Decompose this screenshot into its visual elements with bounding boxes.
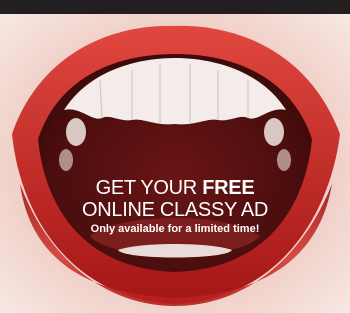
headline-subline: Only available for a limited time! <box>90 223 260 235</box>
headline-free: FREE <box>202 177 255 199</box>
ad-copy: GET YOUR FREE ONLINE CLASSY AD Only avai… <box>0 177 350 236</box>
top-bar <box>0 0 350 14</box>
headline-line-2: ONLINE CLASSY AD <box>81 199 269 221</box>
headline-line-1: GET YOUR FREE <box>0 177 350 199</box>
open-mouth-illustration <box>0 14 350 313</box>
free-classy-ad-banner[interactable]: GET YOUR FREE ONLINE CLASSY AD Only avai… <box>0 0 350 313</box>
headline-prefix: GET YOUR <box>95 177 203 199</box>
